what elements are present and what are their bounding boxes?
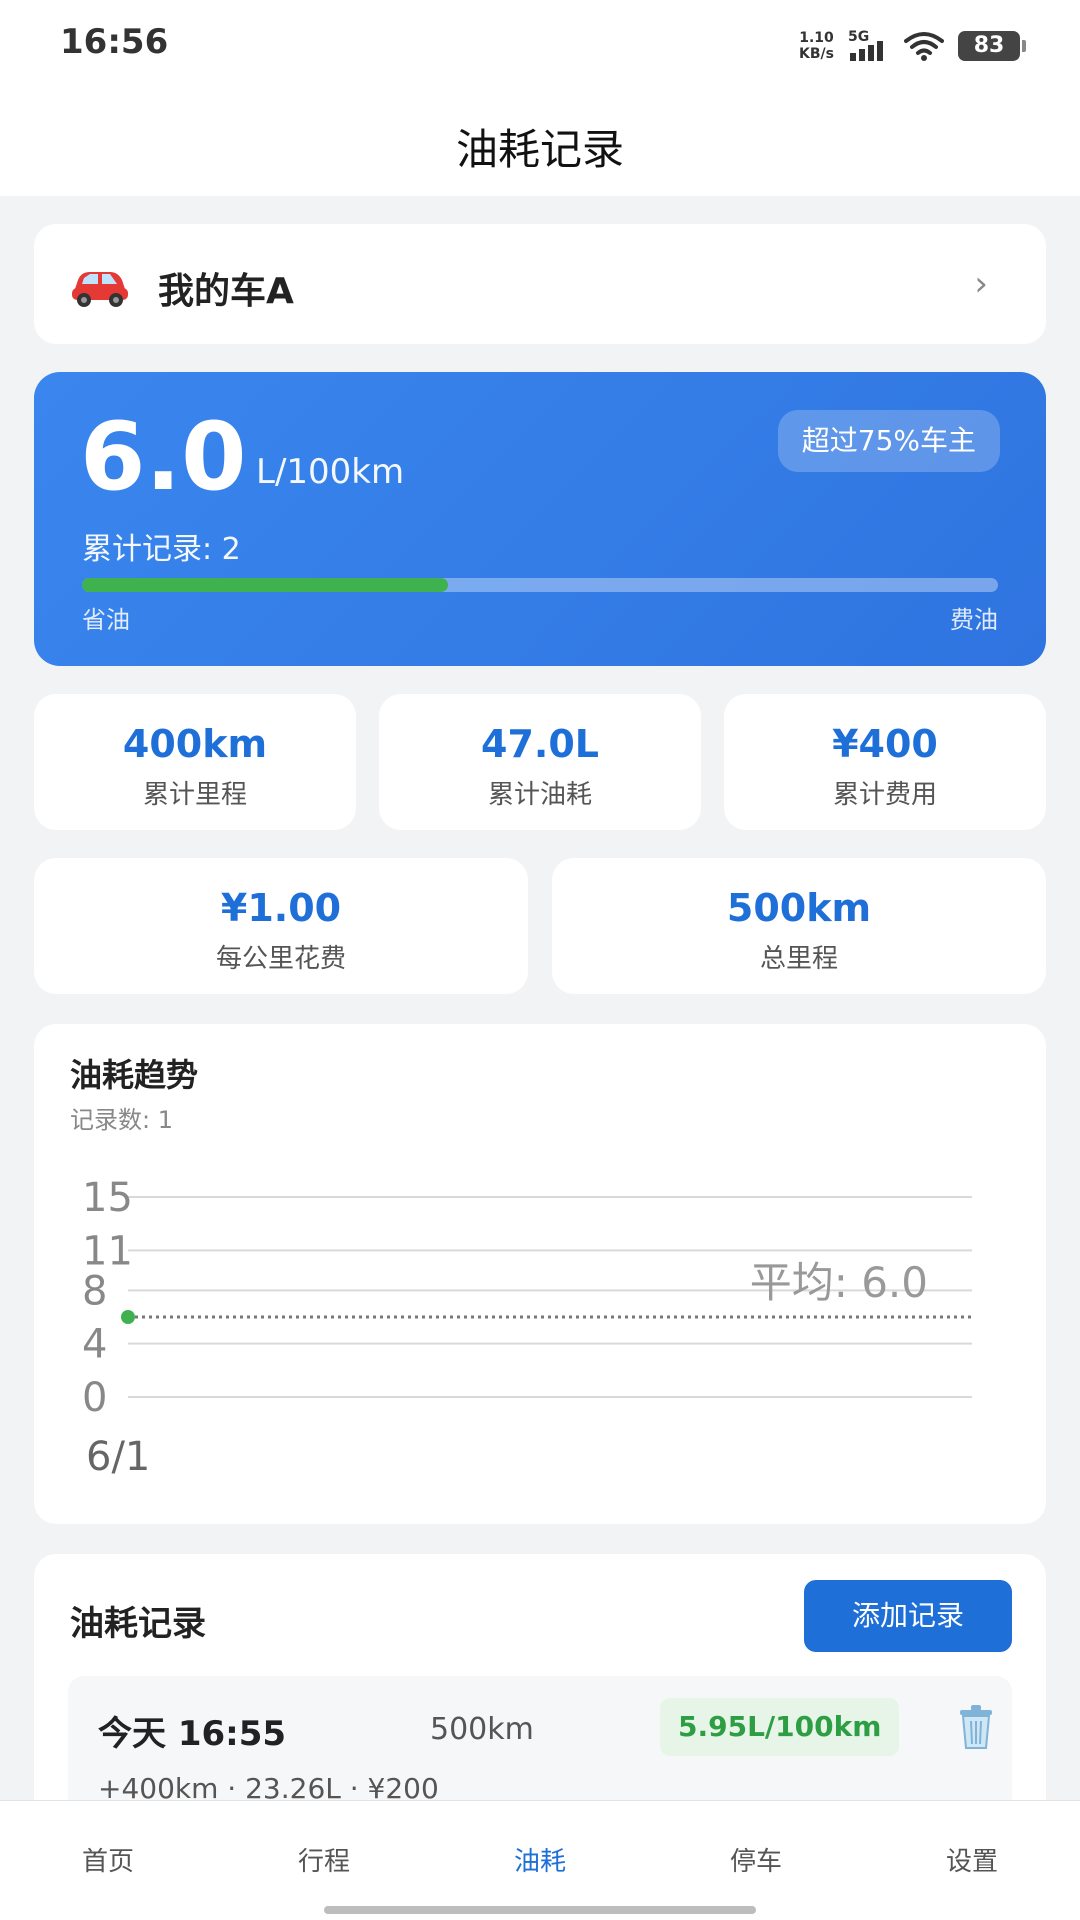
scale-label-wasteful: 费油 — [950, 606, 998, 634]
bottom-nav: 首页 行程 油耗 停车 设置 — [0, 1800, 1080, 1920]
signal-icon: 5G — [848, 29, 890, 63]
add-record-button[interactable]: 添加记录 — [804, 1580, 1012, 1652]
status-bar: 16:56 1.10 KB/s 5G 83 — [0, 0, 1080, 90]
stat-value: ¥1.00 — [220, 886, 342, 930]
stat-odometer: 500km 总里程 — [552, 858, 1046, 994]
y-tick-label: 15 — [82, 1175, 133, 1221]
home-indicator — [324, 1906, 756, 1914]
status-icons: 1.10 KB/s 5G 83 — [799, 26, 1026, 66]
trend-chart-card: 油耗趋势 记录数: 1 0 4 8 11 15 平均: 6.0 6/1 — [34, 1024, 1046, 1524]
stat-value: 400km — [122, 722, 268, 766]
data-point — [121, 1310, 135, 1324]
stat-label: 累计里程 — [142, 780, 247, 810]
y-tick-label: 8 — [82, 1268, 107, 1314]
scale-label-efficient: 省油 — [82, 606, 130, 634]
stat-label: 总里程 — [759, 944, 838, 974]
average-label: 平均: 6.0 — [750, 1258, 928, 1307]
nav-item-parking[interactable]: 停车 — [686, 1841, 826, 1878]
record-distance: 500km — [430, 1712, 534, 1747]
consumption-summary-card: 6.0 L/100km 超过75%车主 累计记录: 2 省油 费油 — [34, 372, 1046, 666]
stat-label: 每公里花费 — [215, 944, 346, 974]
net-speed: 1.10 KB/s — [799, 30, 834, 62]
stat-total-cost: ¥400 累计费用 — [724, 694, 1046, 830]
nav-item-fuel[interactable]: 油耗 — [470, 1841, 610, 1878]
vehicle-name: 我的车A — [158, 271, 294, 312]
y-tick-label: 0 — [82, 1375, 107, 1421]
nav-item-settings[interactable]: 设置 — [902, 1841, 1042, 1878]
average-consumption-value: 6.0 — [80, 403, 247, 512]
average-consumption-unit: L/100km — [256, 452, 405, 492]
x-tick-label: 6/1 — [86, 1434, 150, 1480]
stat-cost-per-km: ¥1.00 每公里花费 — [34, 858, 528, 994]
chevron-right-icon: › — [974, 264, 988, 304]
stat-total-distance: 400km 累计里程 — [34, 694, 356, 830]
battery-icon: 83 — [958, 31, 1026, 61]
rank-badge: 超过75%车主 — [777, 410, 1000, 472]
stat-label: 累计费用 — [832, 780, 937, 810]
nav-item-trips[interactable]: 行程 — [254, 1841, 394, 1878]
efficiency-progress-bar — [82, 578, 998, 592]
records-title: 油耗记录 — [70, 1604, 206, 1644]
stat-label: 累计油耗 — [487, 780, 592, 810]
efficiency-progress-fill — [82, 578, 449, 592]
vehicle-selector[interactable]: 我的车A › — [34, 224, 1046, 344]
stat-total-fuel: 47.0L 累计油耗 — [379, 694, 701, 830]
stat-value: ¥400 — [832, 722, 938, 766]
y-tick-label: 11 — [82, 1228, 133, 1274]
trash-icon[interactable] — [956, 1704, 996, 1750]
page-title: 油耗记录 — [455, 125, 624, 174]
nav-item-home[interactable]: 首页 — [38, 1841, 178, 1878]
record-date: 今天 16:55 — [98, 1714, 287, 1754]
trend-chart: 0 4 811 15 平均: 6.0 6/1 — [82, 1175, 972, 1480]
record-count: 累计记录: 2 — [82, 532, 241, 567]
title-bar: 油耗记录 — [0, 90, 1080, 196]
stat-value: 500km — [726, 886, 872, 930]
y-tick-label: 4 — [82, 1322, 107, 1368]
car-icon — [72, 272, 128, 307]
record-consumption-badge: 5.95L/100km — [660, 1698, 900, 1756]
stat-value: 47.0L — [481, 722, 599, 766]
status-time: 16:56 — [60, 22, 169, 62]
wifi-icon — [904, 32, 944, 61]
